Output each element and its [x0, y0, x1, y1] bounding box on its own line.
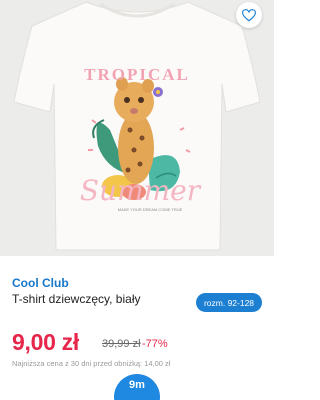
print-text-overlay: TROPICAL Summer MAKE YOUR DREAM COME TRU… — [80, 65, 202, 212]
brand-link[interactable]: Cool Club — [12, 276, 69, 290]
print-small-text: MAKE YOUR DREAM COME TRUE — [118, 207, 183, 212]
favorite-button[interactable] — [236, 2, 262, 28]
heart-icon — [242, 8, 256, 21]
size-button[interactable]: rozm. 92-128 — [196, 293, 262, 312]
lowest-price-note: Najniższa cena z 30 dni przed obniżką: 1… — [12, 359, 171, 368]
print-script-text: Summer — [80, 174, 202, 207]
old-price: 39,99 zł — [102, 338, 141, 350]
product-name: T-shirt dziewczęcy, biały — [12, 292, 141, 306]
promo-badge-label: 9m — [129, 379, 145, 391]
print-title-text: TROPICAL — [84, 65, 190, 84]
promo-badge[interactable]: 9m — [114, 374, 160, 400]
product-image[interactable]: TROPICAL Summer MAKE YOUR DREAM COME TRU… — [0, 0, 274, 256]
current-price: 9,00 zł — [12, 329, 79, 355]
discount-badge: -77% — [142, 338, 168, 350]
